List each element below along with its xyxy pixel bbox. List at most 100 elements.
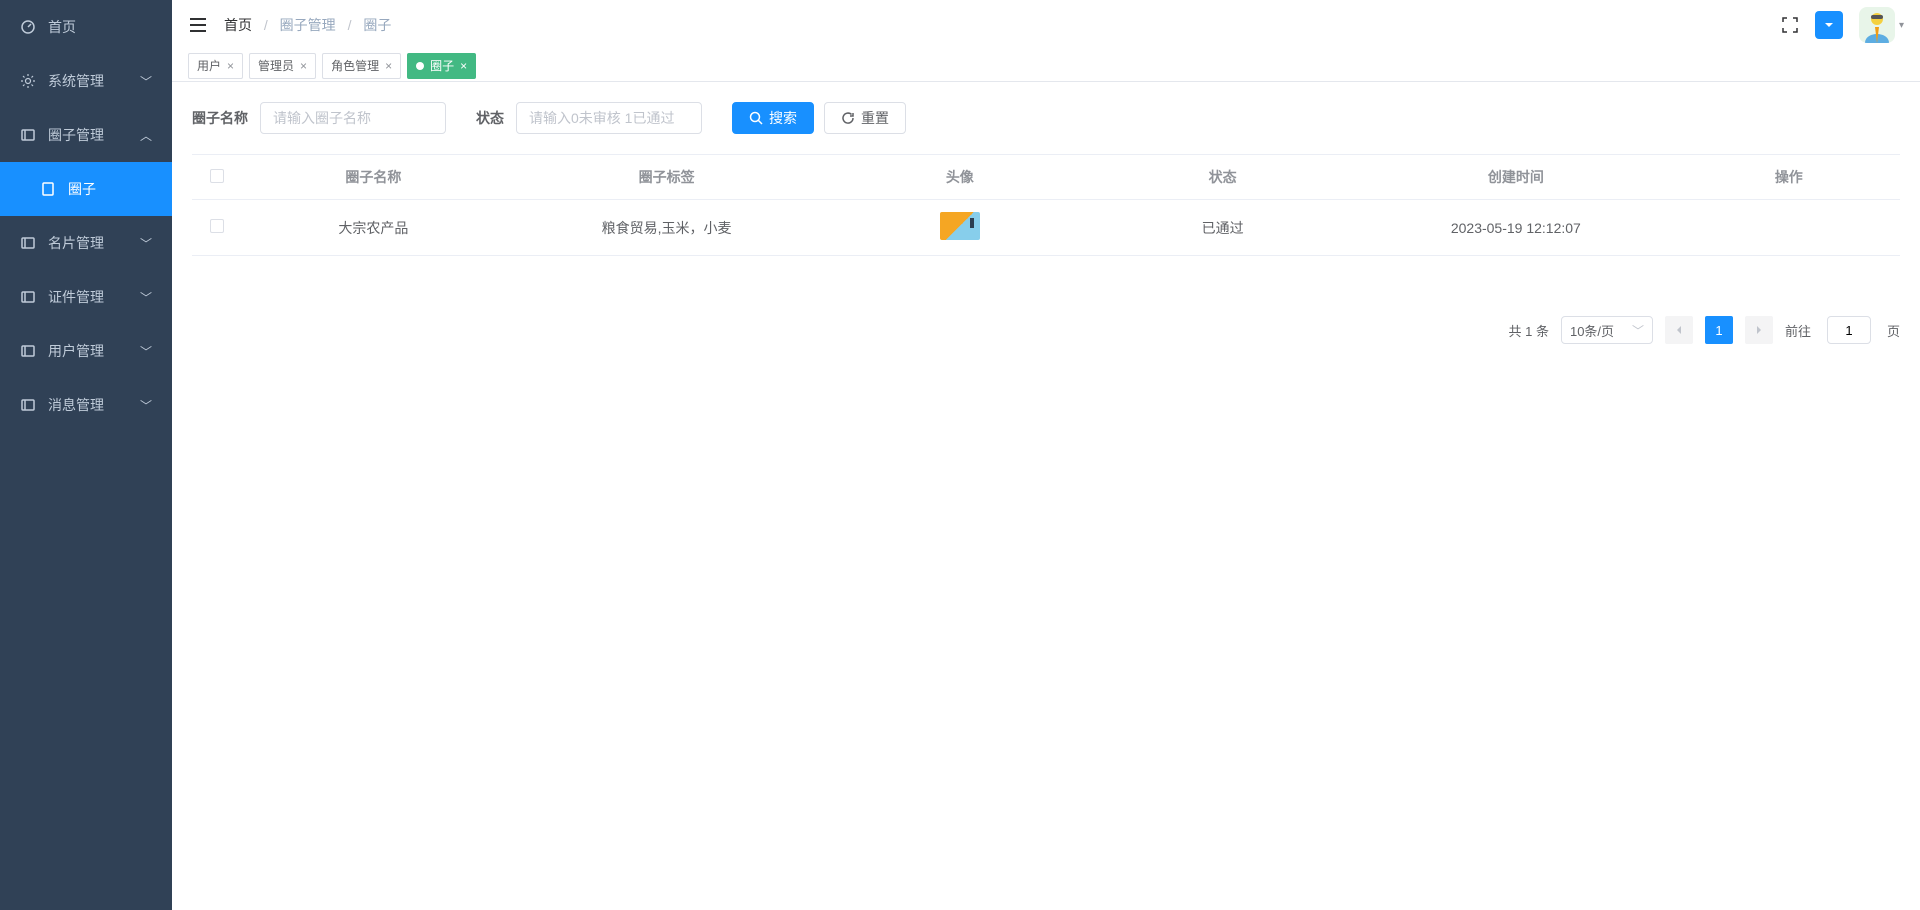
sidebar-item-label: 首页 (48, 17, 76, 37)
sidebar-item-circle[interactable]: 圈子 (0, 162, 172, 216)
sidebar-item-circle-mgmt[interactable]: 圈子管理 ︿ (0, 108, 172, 162)
data-table: 圈子名称 圈子标签 头像 状态 创建时间 操作 大宗农产品 粮食贸易,玉米，小麦… (192, 154, 1900, 256)
sidebar-item-cert-mgmt[interactable]: 证件管理 ﹀ (0, 270, 172, 324)
status-label: 状态 (476, 108, 504, 128)
td-op (1678, 216, 1900, 240)
sidebar-item-label: 消息管理 (48, 395, 104, 415)
content: 圈子名称 状态 搜索 重置 (172, 82, 1920, 910)
table-row: 大宗农产品 粮食贸易,玉米，小麦 已通过 2023-05-19 12:12:07 (192, 200, 1900, 256)
th-time: 创建时间 (1354, 155, 1678, 199)
gear-icon (20, 73, 36, 89)
td-time: 2023-05-19 12:12:07 (1354, 208, 1678, 248)
sidebar-item-card-mgmt[interactable]: 名片管理 ﹀ (0, 216, 172, 270)
tab-label: 圈子 (430, 57, 454, 74)
folder-icon (20, 289, 36, 305)
name-input[interactable] (260, 102, 446, 134)
folder-icon (20, 235, 36, 251)
page-suffix: 页 (1887, 321, 1900, 340)
chevron-down-icon: ﹀ (140, 343, 152, 360)
name-label: 圈子名称 (192, 108, 248, 128)
close-icon[interactable]: × (227, 59, 234, 73)
status-input[interactable] (516, 102, 702, 134)
sidebar-item-label: 系统管理 (48, 71, 104, 91)
tab-label: 用户 (197, 57, 221, 74)
sidebar-item-label: 圈子管理 (48, 125, 104, 145)
td-avatar (828, 200, 1091, 255)
th-tags: 圈子标签 (505, 155, 829, 199)
tab-circle[interactable]: 圈子 × (407, 53, 476, 79)
td-status: 已通过 (1091, 206, 1354, 250)
sidebar-item-msg-mgmt[interactable]: 消息管理 ﹀ (0, 378, 172, 432)
pagination: 共 1 条 10条/页 ﹀ 1 前往 页 (192, 316, 1900, 344)
tab-label: 管理员 (258, 57, 294, 74)
breadcrumb-mid: 圈子管理 (280, 17, 336, 33)
chevron-down-icon: ﹀ (140, 397, 152, 414)
refresh-icon (841, 111, 855, 125)
close-icon[interactable]: × (300, 59, 307, 73)
breadcrumb: 首页 / 圈子管理 / 圈子 (224, 15, 391, 35)
th-status: 状态 (1091, 155, 1354, 199)
goto-input[interactable] (1827, 316, 1871, 344)
prev-page-button[interactable] (1665, 316, 1693, 344)
sidebar-item-label: 名片管理 (48, 233, 104, 253)
folder-icon (20, 343, 36, 359)
breadcrumb-home[interactable]: 首页 (224, 17, 252, 33)
goto-label: 前往 (1785, 321, 1811, 340)
tab-label: 角色管理 (331, 57, 379, 74)
fullscreen-icon[interactable] (1781, 16, 1799, 34)
chevron-up-icon: ︿ (140, 127, 152, 144)
page-icon (40, 181, 56, 197)
page-size-label: 10条/页 (1570, 321, 1614, 340)
caret-down-icon: ▾ (1899, 20, 1904, 31)
sidebar-item-home[interactable]: 首页 (0, 0, 172, 54)
sidebar-item-label: 证件管理 (48, 287, 104, 307)
next-page-button[interactable] (1745, 316, 1773, 344)
select-all-checkbox[interactable] (210, 169, 224, 183)
header: 首页 / 圈子管理 / 圈子 ▾ (172, 0, 1920, 50)
chevron-down-icon: ﹀ (140, 235, 152, 252)
search-icon (749, 111, 763, 125)
search-button-label: 搜索 (769, 108, 797, 128)
breadcrumb-sep: / (348, 17, 352, 33)
page-number: 1 (1715, 323, 1722, 338)
th-op: 操作 (1678, 155, 1900, 199)
tab-user[interactable]: 用户 × (188, 53, 243, 79)
user-menu[interactable]: ▾ (1859, 7, 1904, 43)
th-avatar: 头像 (828, 155, 1091, 199)
search-form: 圈子名称 状态 搜索 重置 (192, 102, 1900, 134)
total-text: 共 1 条 (1509, 321, 1549, 340)
hamburger-icon[interactable] (188, 15, 208, 35)
sidebar-item-label: 圈子 (68, 179, 96, 199)
breadcrumb-last: 圈子 (363, 17, 391, 33)
folder-icon (20, 397, 36, 413)
table-header-row: 圈子名称 圈子标签 头像 状态 创建时间 操作 (192, 155, 1900, 200)
chevron-down-icon: ﹀ (140, 289, 152, 306)
breadcrumb-sep: / (264, 17, 268, 33)
reset-button-label: 重置 (861, 108, 889, 128)
td-name: 大宗农产品 (242, 206, 505, 250)
page-size-select[interactable]: 10条/页 ﹀ (1561, 316, 1653, 344)
search-button[interactable]: 搜索 (732, 102, 814, 134)
active-dot-icon (416, 62, 424, 70)
avatar (1859, 7, 1895, 43)
row-checkbox[interactable] (210, 219, 224, 233)
header-dropdown-button[interactable] (1815, 11, 1843, 39)
td-tags: 粮食贸易,玉米，小麦 (505, 206, 829, 250)
tabs: 用户 × 管理员 × 角色管理 × 圈子 × (172, 50, 1920, 82)
sidebar-item-user-mgmt[interactable]: 用户管理 ﹀ (0, 324, 172, 378)
sidebar: 首页 系统管理 ﹀ 圈子管理 ︿ 圈子 名片管理 ﹀ (0, 0, 172, 910)
dashboard-icon (20, 19, 36, 35)
sidebar-item-label: 用户管理 (48, 341, 104, 361)
tab-admin[interactable]: 管理员 × (249, 53, 316, 79)
chevron-down-icon: ﹀ (1632, 322, 1644, 339)
reset-button[interactable]: 重置 (824, 102, 906, 134)
close-icon[interactable]: × (460, 59, 467, 73)
page-number-button[interactable]: 1 (1705, 316, 1733, 344)
close-icon[interactable]: × (385, 59, 392, 73)
chevron-down-icon: ﹀ (140, 73, 152, 90)
thumbnail-image[interactable] (940, 212, 980, 240)
th-name: 圈子名称 (242, 155, 505, 199)
folder-icon (20, 127, 36, 143)
tab-role[interactable]: 角色管理 × (322, 53, 401, 79)
sidebar-item-system[interactable]: 系统管理 ﹀ (0, 54, 172, 108)
